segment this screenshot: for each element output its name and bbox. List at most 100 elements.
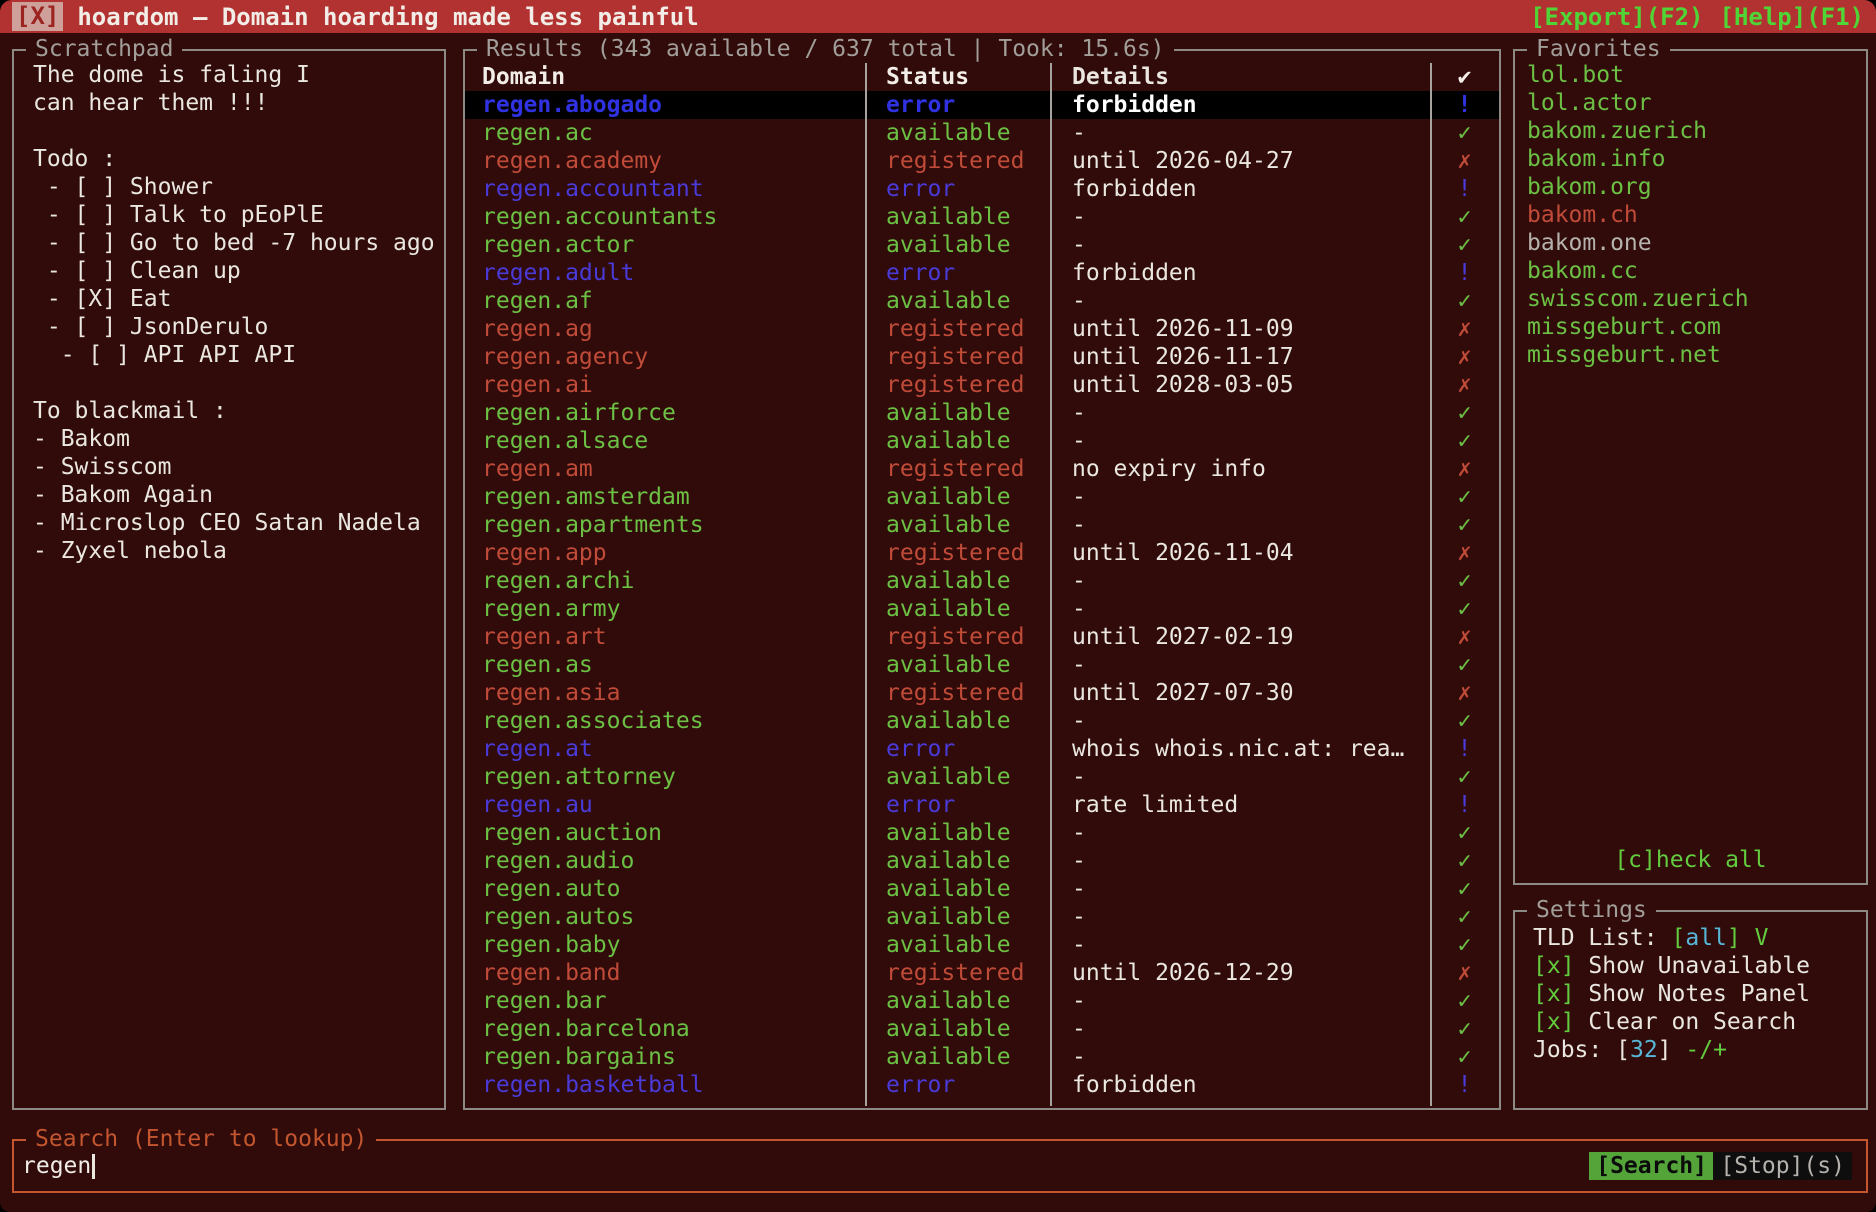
tld-list-selector[interactable]: TLD List: [all] V: [1533, 924, 1866, 952]
table-row[interactable]: regen.aterrorwhois whois.nic.at: rea…!: [465, 735, 1499, 763]
table-row[interactable]: regen.armyavailable-✓: [465, 595, 1499, 623]
status-cell: available: [865, 1043, 1050, 1071]
domain-cell: regen.attorney: [465, 763, 865, 791]
favorite-item[interactable]: bakom.cc: [1527, 257, 1866, 285]
favorite-item[interactable]: bakom.one: [1527, 229, 1866, 257]
jobs-adjust-buttons[interactable]: -/+: [1685, 1037, 1727, 1063]
favorite-item[interactable]: bakom.ch: [1527, 201, 1866, 229]
table-row[interactable]: regen.accountantsavailable-✓: [465, 203, 1499, 231]
favorite-item[interactable]: bakom.zuerich: [1527, 117, 1866, 145]
table-row[interactable]: regen.amsterdamavailable-✓: [465, 483, 1499, 511]
settings-checkbox[interactable]: [x] Show Notes Panel: [1533, 980, 1866, 1008]
scratchpad-line: can hear them !!!: [33, 89, 444, 117]
table-row[interactable]: regen.airegistereduntil 2028-03-05✗: [465, 371, 1499, 399]
table-row[interactable]: regen.academyregistereduntil 2026-04-27✗: [465, 147, 1499, 175]
column-header-details[interactable]: Details: [1050, 63, 1430, 91]
domain-cell: regen.associates: [465, 707, 865, 735]
table-row[interactable]: regen.associatesavailable-✓: [465, 707, 1499, 735]
column-header-status[interactable]: Status: [865, 63, 1050, 91]
domain-cell: regen.ai: [465, 371, 865, 399]
titlebar: [X] hoardom — Domain hoarding made less …: [0, 0, 1876, 33]
table-row[interactable]: regen.afavailable-✓: [465, 287, 1499, 315]
domain-cell: regen.autos: [465, 903, 865, 931]
checkbox-label: Clear on Search: [1575, 1009, 1797, 1035]
favorite-item[interactable]: missgeburt.com: [1527, 313, 1866, 341]
column-header-domain[interactable]: Domain: [465, 63, 865, 91]
status-mark-icon: !: [1430, 175, 1499, 203]
table-row[interactable]: regen.agencyregistereduntil 2026-11-17✗: [465, 343, 1499, 371]
search-button[interactable]: [Search]: [1589, 1152, 1714, 1180]
table-row[interactable]: regen.barcelonaavailable-✓: [465, 1015, 1499, 1043]
table-row[interactable]: regen.amregisteredno expiry info✗: [465, 455, 1499, 483]
table-row[interactable]: regen.asavailable-✓: [465, 651, 1499, 679]
table-row[interactable]: regen.alsaceavailable-✓: [465, 427, 1499, 455]
domain-cell: regen.ag: [465, 315, 865, 343]
status-mark-icon: ✓: [1430, 651, 1499, 679]
table-row[interactable]: regen.artregistereduntil 2027-02-19✗: [465, 623, 1499, 651]
favorite-item[interactable]: lol.bot: [1527, 61, 1866, 89]
table-row[interactable]: regen.bandregistereduntil 2026-12-29✗: [465, 959, 1499, 987]
settings-checkbox[interactable]: [x] Clear on Search: [1533, 1008, 1866, 1036]
status-cell: available: [865, 847, 1050, 875]
table-row[interactable]: regen.attorneyavailable-✓: [465, 763, 1499, 791]
domain-cell: regen.actor: [465, 231, 865, 259]
table-row[interactable]: regen.abogadoerrorforbidden!: [465, 91, 1499, 119]
export-button[interactable]: [Export](F2): [1530, 3, 1703, 31]
table-row[interactable]: regen.actoravailable-✓: [465, 231, 1499, 259]
favorites-panel: Favorites lol.botlol.actorbakom.zuerichb…: [1513, 49, 1868, 885]
table-row[interactable]: regen.agregistereduntil 2026-11-09✗: [465, 315, 1499, 343]
scratchpad-panel[interactable]: Scratchpad The dome is faling Ican hear …: [12, 49, 446, 1110]
table-row[interactable]: regen.audioavailable-✓: [465, 847, 1499, 875]
table-row[interactable]: regen.autosavailable-✓: [465, 903, 1499, 931]
table-row[interactable]: regen.accountanterrorforbidden!: [465, 175, 1499, 203]
checkbox-icon[interactable]: [x]: [1533, 953, 1575, 979]
scratchpad-line: - [ ] Clean up: [33, 257, 444, 285]
table-row[interactable]: regen.auctionavailable-✓: [465, 819, 1499, 847]
details-cell: -: [1050, 651, 1430, 679]
table-row[interactable]: regen.acavailable-✓: [465, 119, 1499, 147]
favorite-item[interactable]: missgeburt.net: [1527, 341, 1866, 369]
domain-cell: regen.abogado: [465, 91, 865, 119]
table-row[interactable]: regen.archiavailable-✓: [465, 567, 1499, 595]
close-button[interactable]: [X]: [12, 2, 63, 31]
table-row[interactable]: regen.bargainsavailable-✓: [465, 1043, 1499, 1071]
stop-button[interactable]: [Stop](s): [1713, 1152, 1852, 1180]
checkbox-icon[interactable]: [x]: [1533, 1009, 1575, 1035]
table-row[interactable]: regen.auerrorrate limited!: [465, 791, 1499, 819]
table-row[interactable]: regen.baravailable-✓: [465, 987, 1499, 1015]
tld-list-value[interactable]: all: [1685, 925, 1727, 951]
scratchpad-line: - [ ] Shower: [33, 173, 444, 201]
table-row[interactable]: regen.autoavailable-✓: [465, 875, 1499, 903]
scratchpad-line: - Bakom: [33, 425, 444, 453]
settings-checkbox[interactable]: [x] Show Unavailable: [1533, 952, 1866, 980]
favorite-item[interactable]: swisscom.zuerich: [1527, 285, 1866, 313]
help-button[interactable]: [Help](F1): [1720, 3, 1865, 31]
scratchpad-content[interactable]: The dome is faling Ican hear them !!!Tod…: [14, 51, 444, 565]
details-cell: until 2027-02-19: [1050, 623, 1430, 651]
details-cell: until 2026-12-29: [1050, 959, 1430, 987]
status-cell: available: [865, 399, 1050, 427]
column-header-check checkmark-icon[interactable]: ✔: [1430, 63, 1499, 91]
status-cell: registered: [865, 959, 1050, 987]
jobs-stepper[interactable]: Jobs: [32] -/+: [1533, 1036, 1866, 1064]
checkbox-label: Show Unavailable: [1575, 953, 1810, 979]
favorite-item[interactable]: bakom.info: [1527, 145, 1866, 173]
search-input[interactable]: regen: [22, 1141, 95, 1191]
details-cell: -: [1050, 1015, 1430, 1043]
status-cell: available: [865, 1015, 1050, 1043]
checkbox-icon[interactable]: [x]: [1533, 981, 1575, 1007]
check-all-button[interactable]: [c]heck all: [1515, 847, 1866, 873]
details-cell: -: [1050, 903, 1430, 931]
table-row[interactable]: regen.adulterrorforbidden!: [465, 259, 1499, 287]
table-row[interactable]: regen.babyavailable-✓: [465, 931, 1499, 959]
table-row[interactable]: regen.asiaregistereduntil 2027-07-30✗: [465, 679, 1499, 707]
table-row[interactable]: regen.airforceavailable-✓: [465, 399, 1499, 427]
table-row[interactable]: regen.appregistereduntil 2026-11-04✗: [465, 539, 1499, 567]
table-row[interactable]: regen.basketballerrorforbidden!: [465, 1071, 1499, 1099]
status-mark-icon: ✓: [1430, 595, 1499, 623]
table-row[interactable]: regen.apartmentsavailable-✓: [465, 511, 1499, 539]
favorite-item[interactable]: lol.actor: [1527, 89, 1866, 117]
favorite-item[interactable]: bakom.org: [1527, 173, 1866, 201]
chevron-down-icon[interactable]: V: [1755, 925, 1769, 951]
status-mark-icon: ✓: [1430, 903, 1499, 931]
